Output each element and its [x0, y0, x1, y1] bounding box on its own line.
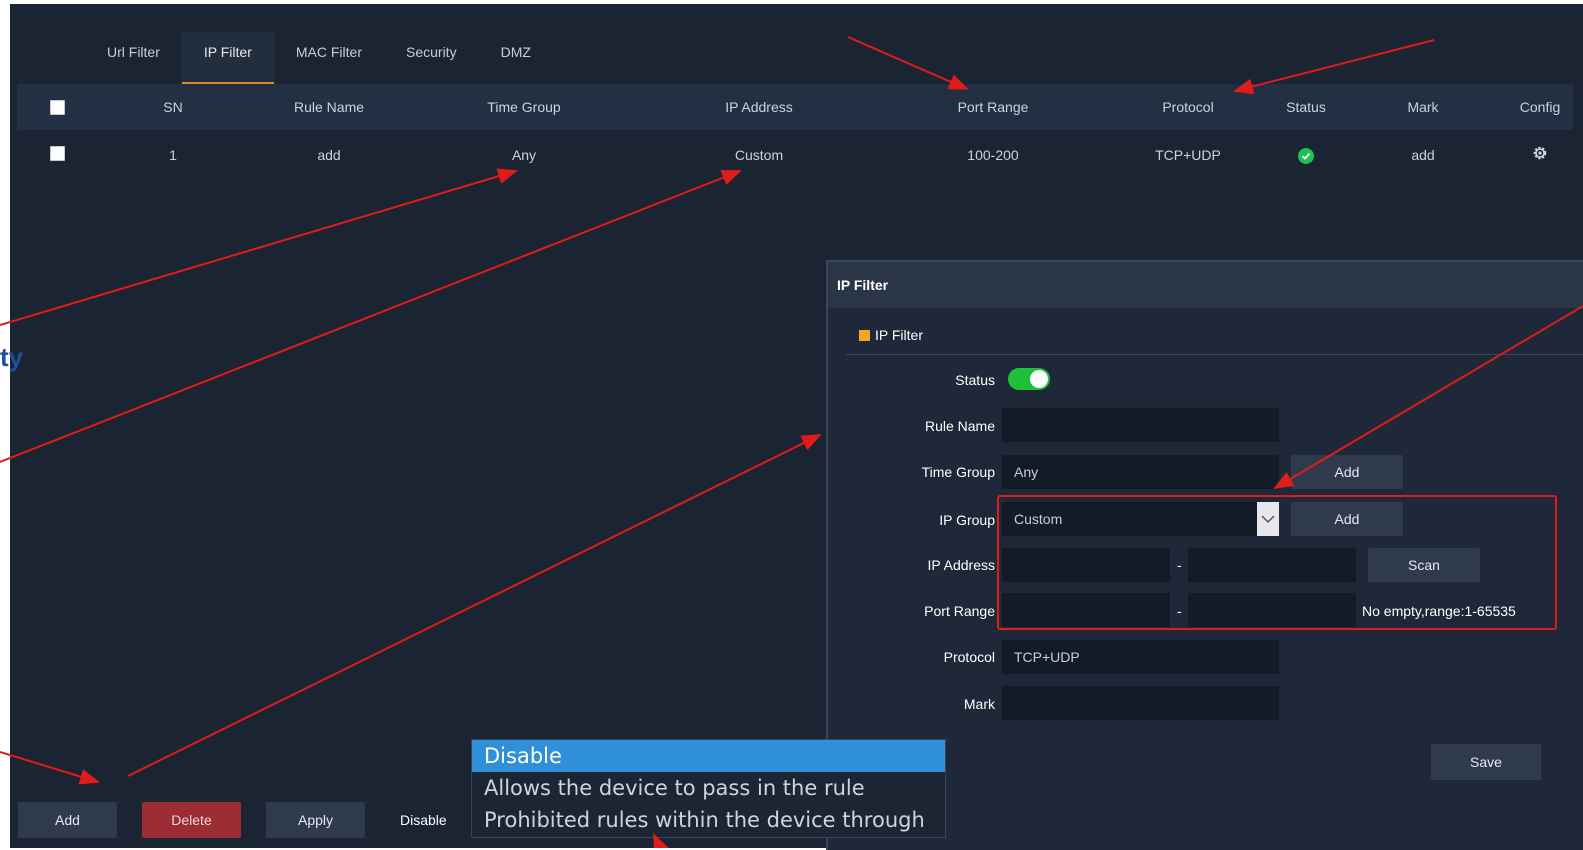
status-toggle[interactable]	[1008, 368, 1050, 390]
ip-end-input[interactable]	[1188, 548, 1356, 582]
row-checkbox[interactable]	[50, 146, 65, 161]
time-group-label: Time Group	[921, 464, 995, 480]
toggle-knob	[1030, 370, 1048, 388]
header-ip-address: IP Address	[725, 99, 793, 115]
add-rule-button[interactable]: Add	[18, 802, 117, 838]
port-dash: -	[1177, 603, 1182, 619]
section-divider	[846, 354, 1583, 355]
row-config	[1532, 132, 1548, 178]
add-time-group-button[interactable]: Add	[1291, 455, 1403, 489]
action-dropdown-list: Disable Allows the device to pass in the…	[471, 739, 946, 838]
row-port-range: 100-200	[967, 147, 1019, 163]
protocol-label: Protocol	[943, 649, 995, 665]
section-title: IP Filter	[859, 327, 923, 343]
row-status	[1298, 132, 1314, 178]
header-config: Config	[1519, 99, 1561, 115]
add-ip-group-button[interactable]: Add	[1291, 502, 1403, 536]
ip-start-input[interactable]	[1002, 548, 1170, 582]
row-time-group: Any	[511, 147, 537, 163]
dialog-title: IP Filter	[828, 262, 1583, 308]
mark-input[interactable]	[1002, 686, 1279, 720]
mark-label: Mark	[963, 696, 995, 712]
row-rule-name: add	[317, 147, 341, 163]
dropdown-option-disable[interactable]: Disable	[472, 740, 945, 772]
tab-url-filter[interactable]: Url Filter	[85, 32, 182, 82]
status-label: Status	[955, 372, 995, 388]
rule-name-input[interactable]	[1002, 408, 1279, 442]
header-port-range: Port Range	[957, 99, 1029, 115]
action-dropdown[interactable]: Disable	[390, 802, 470, 838]
port-start-input[interactable]	[1002, 593, 1170, 627]
delete-rule-button[interactable]: Delete	[142, 802, 241, 838]
apply-button[interactable]: Apply	[266, 802, 365, 838]
header-protocol: Protocol	[1162, 99, 1214, 115]
tab-mac-filter[interactable]: MAC Filter	[274, 32, 384, 82]
time-group-select[interactable]: Any	[1002, 455, 1279, 489]
header-mark: Mark	[1407, 99, 1439, 115]
dropdown-option-prohibit[interactable]: Prohibited rules within the device throu…	[472, 804, 945, 836]
row-protocol: TCP+UDP	[1155, 147, 1221, 163]
header-status: Status	[1286, 99, 1326, 115]
gear-icon[interactable]	[1532, 133, 1548, 179]
header-sn: SN	[163, 99, 183, 115]
ip-address-label: IP Address	[927, 557, 995, 573]
select-all-checkbox[interactable]	[50, 100, 65, 115]
port-range-hint: No empty,range:1-65535	[1362, 603, 1516, 619]
port-end-input[interactable]	[1188, 593, 1356, 627]
row-ip-address: Custom	[734, 147, 784, 163]
ip-group-select[interactable]: Custom	[1002, 502, 1279, 536]
ip-group-label: IP Group	[939, 512, 995, 528]
ip-dash: -	[1177, 557, 1182, 573]
dropdown-option-allow[interactable]: Allows the device to pass in the rule	[472, 772, 945, 804]
save-button[interactable]: Save	[1431, 744, 1541, 780]
tab-bar: Url Filter IP Filter MAC Filter Security…	[85, 32, 553, 84]
cropped-heading-fragment: ty	[0, 342, 24, 372]
row-sn: 1	[169, 147, 177, 163]
tab-security[interactable]: Security	[384, 32, 479, 82]
protocol-select[interactable]: TCP+UDP	[1002, 640, 1279, 674]
rule-name-label: Rule Name	[924, 418, 995, 434]
row-mark: add	[1411, 147, 1435, 163]
header-time-group: Time Group	[487, 99, 561, 115]
chevron-down-icon[interactable]	[1257, 502, 1279, 536]
header-rule-name: Rule Name	[293, 99, 365, 115]
tab-dmz[interactable]: DMZ	[479, 32, 553, 82]
scan-button[interactable]: Scan	[1368, 548, 1480, 582]
orange-square-icon	[859, 330, 870, 341]
tab-ip-filter[interactable]: IP Filter	[181, 32, 274, 84]
port-range-label: Port Range	[924, 603, 995, 619]
table-row: 1 add Any Custom 100-200 TCP+UDP add	[17, 132, 1573, 178]
check-circle-icon	[1298, 148, 1314, 165]
table-header: SN Rule Name Time Group IP Address Port …	[17, 84, 1573, 130]
